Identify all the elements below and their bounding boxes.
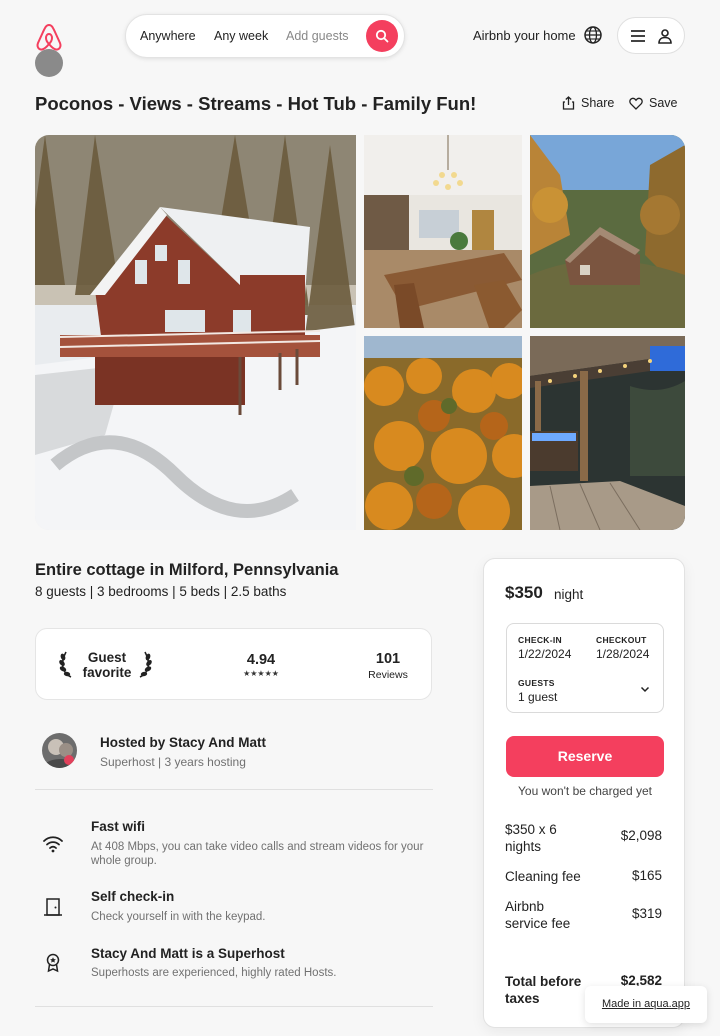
photo-main[interactable] (35, 135, 356, 530)
airbnb-logo-icon[interactable] (35, 22, 63, 52)
user-avatar[interactable] (35, 49, 63, 77)
airbnb-your-home-link[interactable]: Airbnb your home (473, 28, 576, 43)
guests-value[interactable]: 1 guest (518, 690, 557, 704)
globe-icon[interactable] (583, 25, 603, 45)
host-meta: Superhost | 3 years hosting (100, 755, 246, 769)
property-type: Entire cottage in Milford, Pennsylvania (35, 561, 339, 579)
hosted-by: Hosted by Stacy And Matt (100, 735, 267, 750)
guest-favorite-line2: favorite (82, 665, 132, 680)
rating-value: 4.94 (246, 652, 276, 668)
amenity-desc: At 408 Mbps, you can take video calls an… (91, 841, 424, 867)
checkout-value[interactable]: 1/28/2024 (596, 647, 649, 661)
fee-value: $165 (631, 868, 662, 883)
search-location[interactable]: Anywhere (140, 29, 196, 43)
fee-label-line2: nights (505, 839, 542, 854)
fee-label: Airbnb service fee (505, 898, 570, 932)
listing-title: Poconos - Views - Streams - Hot Tub - Fa… (35, 93, 477, 114)
door-icon (44, 898, 62, 916)
search-week[interactable]: Any week (214, 29, 268, 43)
fee-value: $2,098 (620, 828, 662, 843)
per-night-label: night (554, 587, 584, 602)
photo-cabin-woods[interactable] (530, 135, 685, 328)
made-in-aqua-badge[interactable]: Made in aqua.app (585, 986, 707, 1023)
search-button[interactable] (366, 20, 398, 52)
fee-label: Cleaning fee (505, 868, 581, 885)
reserve-button[interactable]: Reserve (506, 736, 664, 777)
photo-dining-room[interactable] (364, 135, 522, 328)
amenity-desc: Check yourself in with the keypad. (91, 911, 266, 923)
search-icon (375, 29, 389, 43)
photo-gallery[interactable] (35, 135, 685, 530)
checkin-label: CHECK-IN (518, 635, 562, 645)
user-icon (658, 29, 672, 44)
property-details: 8 guests | 3 bedrooms | 5 beds | 2.5 bat… (35, 584, 287, 599)
amenity-title: Self check-in (91, 889, 175, 904)
divider (35, 1006, 433, 1007)
fee-label-line1: Cleaning fee (505, 869, 581, 884)
no-charge-note: You won't be charged yet (518, 784, 652, 798)
photo-autumn-valley[interactable] (364, 336, 522, 530)
save-label: Save (649, 96, 678, 110)
fee-label: $350 x 6 nights (505, 821, 557, 855)
wifi-icon (43, 836, 63, 853)
user-menu-button[interactable] (617, 17, 685, 54)
nightly-price: $350 (505, 583, 543, 602)
menu-icon (631, 30, 645, 42)
guest-favorite-label: Guest favorite (76, 650, 138, 680)
fee-value: $319 (631, 906, 662, 921)
divider (35, 789, 433, 790)
guest-favorite-card[interactable]: Guest favorite 4.94 ★★★★★ 101 Reviews (35, 628, 432, 700)
share-label: Share (581, 96, 615, 110)
total-label: Total before taxes (505, 973, 581, 1007)
heart-icon (629, 97, 643, 110)
fee-label-line1: $350 x 6 (505, 822, 557, 837)
share-button[interactable]: Share (562, 96, 614, 110)
amenity-desc: Superhosts are experienced, highly rated… (91, 967, 337, 979)
top-header: Anywhere Any week Add guests Airbnb your… (0, 0, 720, 80)
star-rating-icon: ★★★★★ (243, 669, 279, 678)
amenity-title: Fast wifi (91, 819, 146, 834)
guests-label: GUESTS (518, 678, 555, 688)
guest-favorite-line1: Guest (87, 650, 127, 665)
fee-label-line2: service fee (505, 916, 571, 931)
chevron-down-icon[interactable] (640, 686, 650, 693)
checkin-value[interactable]: 1/22/2024 (518, 647, 571, 661)
date-guest-selector[interactable]: CHECK-IN 1/22/2024 CHECKOUT 1/28/2024 GU… (506, 623, 664, 713)
save-button[interactable]: Save (629, 96, 678, 110)
amenity-title: Stacy And Matt is a Superhost (91, 946, 285, 961)
photo-hot-tub-patio[interactable] (530, 336, 685, 530)
booking-card: $350 night CHECK-IN 1/22/2024 CHECKOUT 1… (483, 558, 685, 1028)
medal-icon (46, 953, 60, 973)
host-avatar[interactable] (42, 733, 77, 768)
total-label-line1: Total before (505, 974, 582, 989)
search-guests[interactable]: Add guests (286, 29, 349, 43)
total-label-line2: taxes (505, 991, 540, 1006)
reviews-count[interactable]: 101 (364, 651, 412, 667)
laurel-left-icon (59, 651, 72, 678)
laurel-right-icon (139, 651, 152, 678)
checkout-label: CHECKOUT (596, 635, 647, 645)
reviews-label[interactable]: Reviews (364, 669, 412, 681)
fee-label-line1: Airbnb (505, 899, 545, 914)
share-icon (562, 96, 575, 110)
search-bar[interactable]: Anywhere Any week Add guests (125, 14, 405, 58)
